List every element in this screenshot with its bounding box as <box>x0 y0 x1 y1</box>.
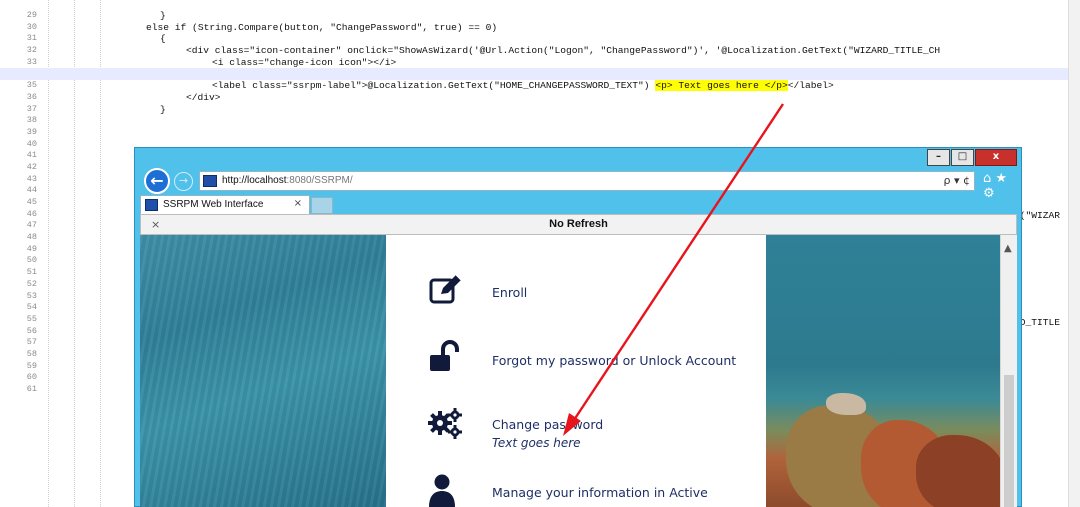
menu-label: Manage your information in Active <box>492 485 708 500</box>
code-line-33: <i class="change-icon icon"></i> <box>0 57 1070 69</box>
line-number: 44 <box>26 185 37 196</box>
line-number: 61 <box>26 384 37 394</box>
back-button[interactable]: ← <box>144 168 170 194</box>
code-line-31: { <box>0 33 1070 45</box>
edit-icon <box>429 274 462 304</box>
address-host: http://localhost <box>222 175 287 186</box>
code-line-32: <div class="icon-container" onclick="Sho… <box>0 45 1070 57</box>
editor-scrollbar[interactable] <box>1068 0 1080 507</box>
tab-label: SSRPM Web Interface <box>163 199 264 210</box>
code-text: else if (String.Compare(button, "ChangeP… <box>146 21 498 33</box>
menu-sub-text: Text goes here <box>492 436 581 450</box>
site-favicon <box>203 175 217 187</box>
menu-panel: Enroll Forgot my password or Unlock Acco… <box>386 235 766 507</box>
code-line-29: } <box>0 10 1070 22</box>
background-image-right <box>766 235 1006 507</box>
scroll-up-icon[interactable]: ▲ <box>1004 243 1012 254</box>
menu-item-enroll[interactable]: Enroll <box>386 273 766 313</box>
line-number: 53 <box>26 290 37 301</box>
code-text: { <box>160 33 166 45</box>
code-line-34-current: <label class="ssrpm-label">@Localization… <box>0 68 1070 92</box>
tab-favicon <box>145 199 158 211</box>
forward-button[interactable]: → <box>174 172 193 191</box>
browser-tab[interactable]: SSRPM Web Interface × <box>140 195 310 214</box>
menu-label: Change password <box>492 417 604 432</box>
line-number: 54 <box>26 302 37 313</box>
page-scrollbar[interactable]: ▲ <box>1000 235 1017 507</box>
line-number: 58 <box>26 348 37 359</box>
line-number: 43 <box>26 173 37 184</box>
line-number: 41 <box>26 150 37 161</box>
background-image-left <box>140 235 386 507</box>
address-path: :8080/SSRPM/ <box>286 175 353 186</box>
line-number: 38 <box>26 115 37 126</box>
line-number: 52 <box>26 278 37 289</box>
line-number: 59 <box>26 360 37 371</box>
code-text: } <box>160 10 166 21</box>
line-number: 40 <box>26 138 37 149</box>
scrollbar-thumb[interactable] <box>1004 375 1014 507</box>
line-number: 42 <box>26 161 37 172</box>
address-bar[interactable]: http://localhost:8080/SSRPM/ ρ ▾ ¢ <box>199 171 975 191</box>
code-line-30: else if (String.Compare(button, "ChangeP… <box>0 22 1070 34</box>
menu-item-forgot-password[interactable]: Forgot my password or Unlock Account <box>386 339 766 379</box>
code-text: <div class="icon-container" onclick="Sho… <box>186 45 941 57</box>
info-bar: × No Refresh <box>140 214 1017 235</box>
user-icon <box>429 474 455 507</box>
address-url: http://localhost:8080/SSRPM/ <box>222 175 353 186</box>
tab-row: SSRPM Web Interface × <box>135 194 1021 214</box>
infobar-message: No Refresh <box>549 218 608 230</box>
line-number: 39 <box>26 126 37 137</box>
line-number: 56 <box>26 325 37 336</box>
page-content: Enroll Forgot my password or Unlock Acco… <box>140 235 1017 507</box>
code-line-36: </div> <box>0 92 1070 104</box>
new-tab-button[interactable] <box>311 197 333 214</box>
line-number: 50 <box>26 255 37 266</box>
line-number: 51 <box>26 267 37 278</box>
menu-label: Enroll <box>492 285 528 300</box>
line-number: 55 <box>26 313 37 324</box>
search-refresh-icon[interactable]: ρ ▾ ¢ <box>944 174 971 187</box>
menu-label: Forgot my password or Unlock Account <box>492 353 737 368</box>
tab-close-icon[interactable]: × <box>294 198 302 209</box>
menu-item-manage-information[interactable]: Manage your information in Active <box>386 473 766 507</box>
line-number: 46 <box>26 208 37 219</box>
code-text: </div> <box>186 91 221 103</box>
browser-title-bar[interactable]: – □ x <box>135 148 1021 168</box>
menu-item-change-password[interactable]: Change password Text goes here <box>386 405 766 457</box>
code-text: } <box>160 103 166 115</box>
line-number: 60 <box>26 372 37 383</box>
line-number: 47 <box>26 220 37 231</box>
minimize-button[interactable]: – <box>927 149 950 166</box>
line-number: 45 <box>26 197 37 207</box>
line-number: 48 <box>26 232 37 243</box>
code-line-37: } <box>0 104 1070 116</box>
navigation-bar: ← → http://localhost:8080/SSRPM/ ρ ▾ ¢ ⌂… <box>135 168 1021 201</box>
code-lines: } else if (String.Compare(button, "Chang… <box>0 10 1070 115</box>
browser-window: – □ x ← → http://localhost:8080/SSRPM/ ρ… <box>134 147 1022 507</box>
rock-shape <box>826 393 866 415</box>
rock-shape <box>916 435 1006 507</box>
line-number: 57 <box>26 337 37 348</box>
maximize-button[interactable]: □ <box>951 149 974 166</box>
code-text: <i class="change-icon icon"></i> <box>212 56 397 68</box>
unlock-icon <box>430 340 459 371</box>
close-button[interactable]: x <box>975 149 1017 166</box>
gears-icon <box>428 408 462 439</box>
line-number: 49 <box>26 243 37 254</box>
